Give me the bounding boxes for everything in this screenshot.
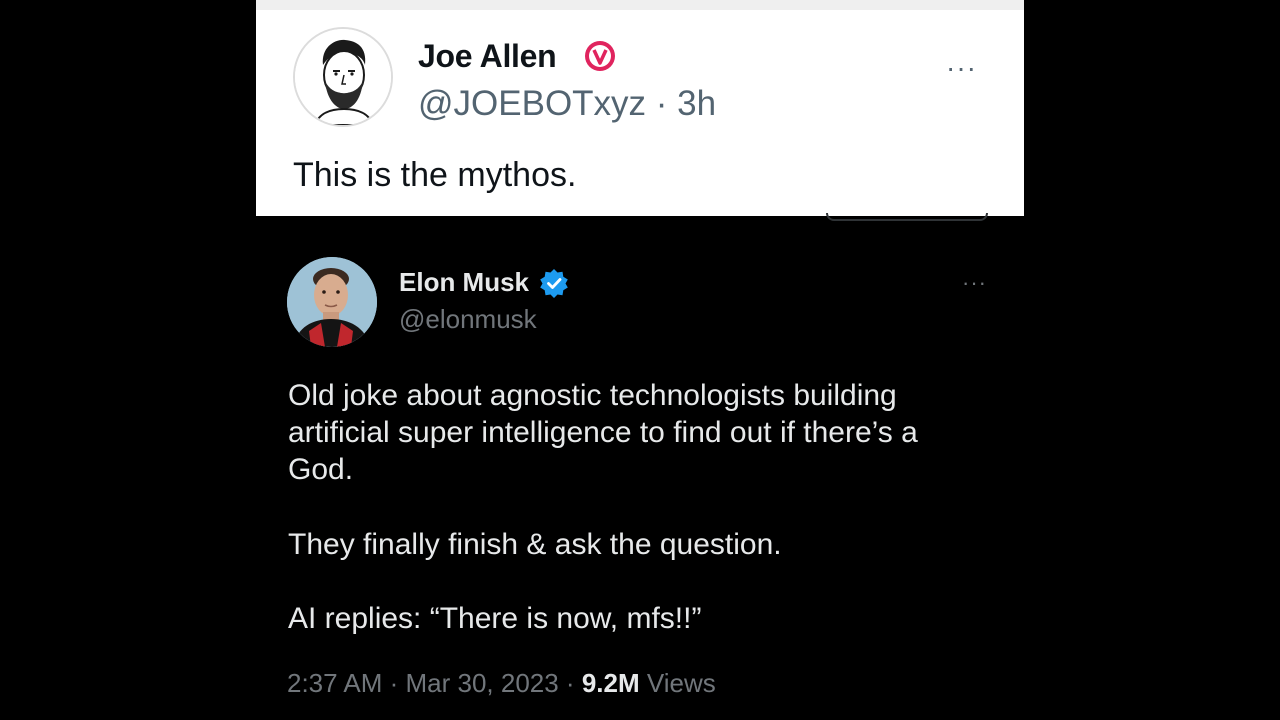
quoted-author-name[interactable]: Joe Allen [418,38,557,75]
tweet-metadata: 2:37 AM · Mar 30, 2023 · 9.2M Views [287,668,716,699]
red-verified-icon [585,41,615,71]
tweet-line: AI replies: “There is now, mfs!!” [288,602,702,635]
blue-verified-icon [540,269,568,298]
tweet-line: They finally finish & ask the question. [288,528,782,561]
author-name[interactable]: Elon Musk [399,267,529,298]
tweet-paragraph-2: They finally finish & ask the question. [288,526,1008,563]
hidden-button-edge [826,213,988,221]
sketch-portrait-icon [295,29,391,125]
profile-photo-icon [287,257,377,347]
quoted-more-options-icon[interactable]: ··· [946,52,977,84]
more-options-icon[interactable]: ··· [962,270,987,296]
views-count[interactable]: 9.2M [582,668,640,698]
tweet-line: artificial super intelligence to find ou… [288,416,918,449]
card-top-strip [256,0,1024,10]
tweet-line: Old joke about agnostic technologists bu… [288,379,897,412]
tweet-line: God. [288,453,354,486]
quoted-tweet-text: This is the mythos. [293,156,577,194]
tweet-paragraph-1: Old joke about agnostic technologists bu… [288,377,1008,488]
elon-musk-avatar[interactable] [287,257,377,347]
joe-allen-avatar[interactable] [293,27,393,127]
views-label: Views [639,668,716,698]
author-handle[interactable]: @elonmusk [399,304,537,335]
quoted-tweet-card[interactable]: Joe Allen @JOEBOTxyz · 3h ··· This is th… [256,0,1024,216]
tweet-paragraph-3: AI replies: “There is now, mfs!!” [288,600,1008,637]
quoted-handle-and-time[interactable]: @JOEBOTxyz · 3h [418,84,716,124]
timestamp[interactable]: 2:37 AM · Mar 30, 2023 · [287,668,582,698]
